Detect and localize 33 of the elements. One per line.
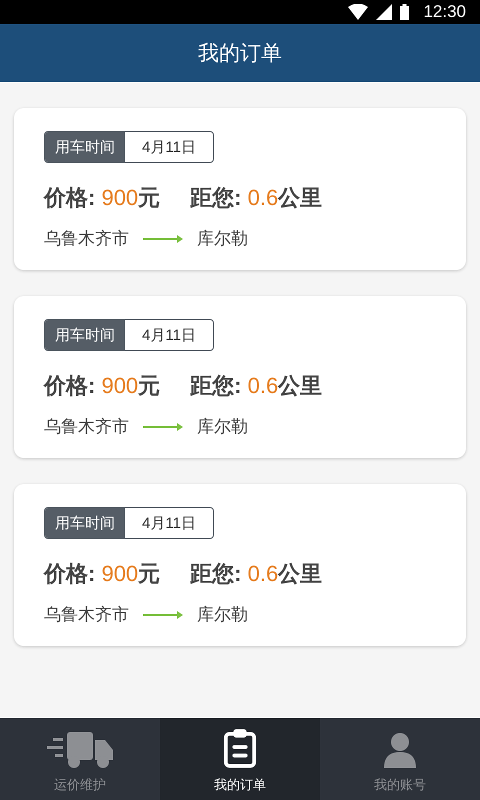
price-text: 价格: 900元 bbox=[44, 372, 160, 400]
arrow-icon bbox=[143, 422, 183, 430]
distance-text: 距您: 0.6公里 bbox=[190, 560, 322, 588]
truck-icon bbox=[47, 732, 113, 768]
person-icon bbox=[382, 732, 418, 768]
order-card[interactable]: 用车时间 4月11日 价格: 900元 距您: 0.6公里 乌鲁木齐市 库尔勒 bbox=[14, 108, 466, 270]
origin-city: 乌鲁木齐市 bbox=[44, 228, 129, 250]
date-value: 4月11日 bbox=[141, 514, 197, 534]
order-card[interactable]: 用车时间 4月11日 价格: 900元 距您: 0.6公里 乌鲁木齐市 库尔勒 bbox=[14, 296, 466, 458]
destination-city: 库尔勒 bbox=[197, 604, 248, 626]
signal-icon bbox=[376, 4, 392, 20]
price-text: 价格: 900元 bbox=[44, 560, 160, 588]
price-text: 价格: 900元 bbox=[44, 184, 160, 212]
date-value: 4月11日 bbox=[141, 326, 197, 346]
time-label: 用车时间 bbox=[45, 132, 125, 162]
status-time: 12:30 bbox=[423, 2, 466, 22]
destination-city: 库尔勒 bbox=[197, 228, 248, 250]
date-value: 4月11日 bbox=[141, 138, 197, 158]
distance-text: 距您: 0.6公里 bbox=[190, 372, 322, 400]
arrow-icon bbox=[143, 234, 183, 242]
order-card[interactable]: 用车时间 4月11日 价格: 900元 距您: 0.6公里 乌鲁木齐市 库尔勒 bbox=[14, 484, 466, 646]
time-label: 用车时间 bbox=[45, 508, 125, 538]
distance-text: 距您: 0.6公里 bbox=[190, 184, 322, 212]
arrow-icon bbox=[143, 610, 183, 618]
origin-city: 乌鲁木齐市 bbox=[44, 416, 129, 438]
battery-icon bbox=[400, 4, 410, 20]
destination-city: 库尔勒 bbox=[197, 416, 248, 438]
page-title: 我的订单 bbox=[198, 40, 282, 67]
nav-tab[interactable]: 我的订单 bbox=[160, 718, 320, 800]
wifi-icon bbox=[348, 4, 368, 20]
time-label: 用车时间 bbox=[45, 320, 125, 350]
origin-city: 乌鲁木齐市 bbox=[44, 604, 129, 626]
clipboard-icon bbox=[223, 728, 257, 768]
